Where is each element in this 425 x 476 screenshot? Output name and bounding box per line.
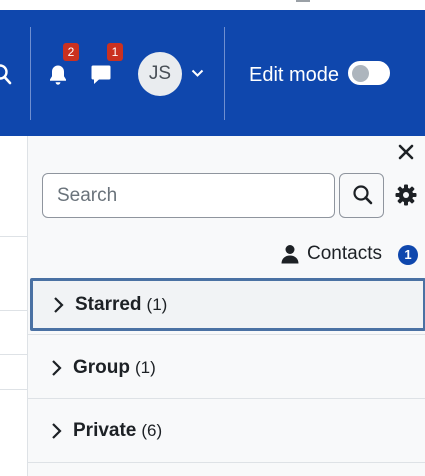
messaging-drawer: Contacts 1 Starred(1) Group(1) Private(6… [27, 136, 425, 476]
search-icon[interactable] [0, 63, 12, 85]
section-count: (1) [135, 358, 156, 377]
edit-mode-label: Edit mode [249, 64, 340, 86]
gear-icon[interactable] [395, 184, 417, 206]
chevron-right-icon [54, 297, 64, 313]
contacts-label: Contacts [307, 243, 382, 264]
section-count: (1) [146, 295, 168, 314]
divider [0, 354, 27, 355]
divider [0, 389, 27, 390]
notification-count-badge: 2 [63, 43, 79, 61]
user-icon [281, 245, 299, 264]
edit-mode-toggle[interactable] [348, 61, 390, 85]
divider [0, 310, 27, 311]
divider [0, 236, 27, 237]
chat-icon[interactable] [90, 64, 112, 86]
search-icon [353, 185, 373, 205]
section-next-divider [28, 462, 425, 476]
navbar-separator [224, 27, 225, 120]
chevron-down-icon[interactable] [191, 69, 204, 78]
section-title: Starred (1) [75, 294, 168, 315]
top-strip [0, 0, 425, 10]
scroll-indicator [296, 0, 310, 2]
close-icon[interactable] [396, 142, 416, 162]
search-button[interactable] [339, 173, 384, 218]
section-title: Group (1) [73, 357, 156, 378]
navbar: 2 1 JS Edit mode [0, 10, 425, 136]
chevron-right-icon [52, 360, 62, 376]
search-input[interactable] [42, 173, 335, 218]
section-private[interactable]: Private (6) [28, 398, 425, 462]
message-count-badge: 1 [107, 43, 123, 61]
section-starred[interactable]: Starred (1) [30, 278, 425, 331]
contacts-count-badge: 1 [398, 245, 418, 265]
toggle-knob [352, 65, 369, 82]
section-group[interactable]: Group (1) [28, 334, 425, 398]
user-avatar[interactable]: JS [138, 52, 182, 96]
page-content-edge [0, 136, 27, 476]
section-title: Private (6) [73, 420, 163, 441]
bell-icon[interactable] [48, 64, 68, 86]
chevron-right-icon [52, 423, 62, 439]
section-count: (6) [141, 421, 163, 440]
navbar-separator [30, 27, 31, 120]
